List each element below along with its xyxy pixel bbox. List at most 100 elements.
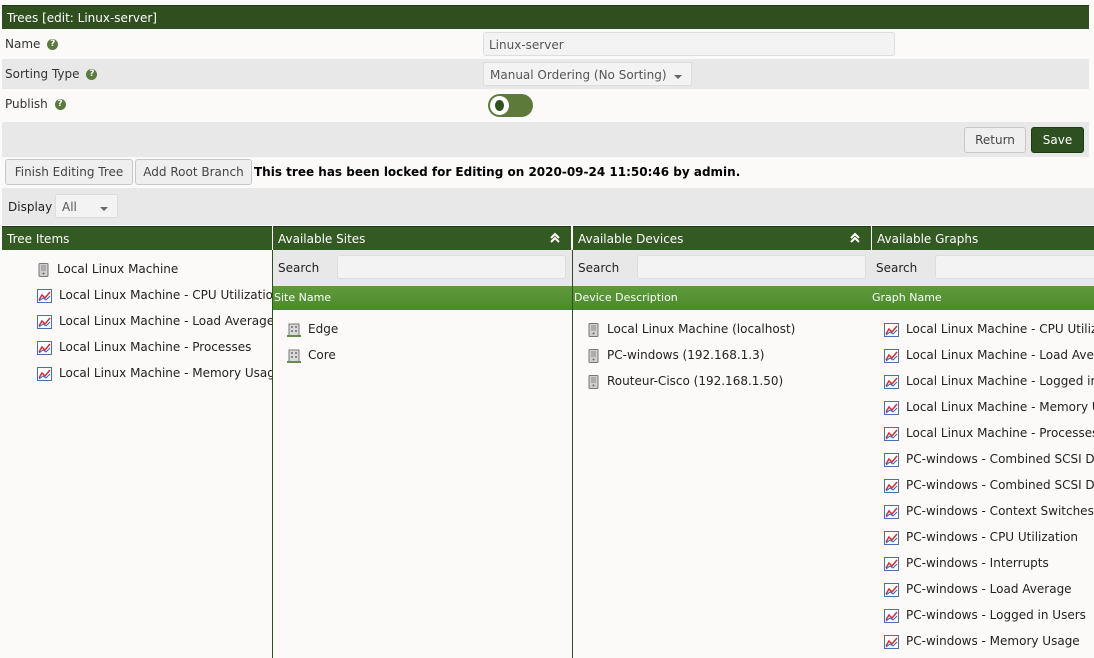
device-item[interactable]: Routeur-Cisco (192.168.1.50) xyxy=(587,372,783,390)
graph-icon xyxy=(884,556,906,571)
device-item-label: Local Linux Machine (localhost) xyxy=(607,322,796,336)
tree-item[interactable]: Local Linux Machine - Load Average xyxy=(37,312,274,330)
graph-icon xyxy=(884,322,906,337)
help-icon[interactable]: ? xyxy=(47,39,59,50)
device-item[interactable]: PC-windows (192.168.1.3) xyxy=(587,346,764,364)
graph-item-label: PC-windows - Load Average xyxy=(906,582,1072,596)
search-label: Search xyxy=(278,261,320,275)
graphs-search-input[interactable] xyxy=(935,255,1094,279)
tree-item-label: Local Linux Machine - Processes xyxy=(59,340,252,354)
server-icon xyxy=(587,374,607,389)
devices-search-input[interactable] xyxy=(637,255,866,279)
available-devices-title: Available Devices xyxy=(578,232,684,246)
graph-item[interactable]: PC-windows - Logged in Users xyxy=(884,606,1086,624)
tree-item-label: Local Linux Machine - Memory Usage xyxy=(59,366,283,380)
graph-icon xyxy=(884,426,906,441)
graph-item-label: Local Linux Machine - Memory Usa xyxy=(906,400,1094,414)
server-icon xyxy=(587,322,607,337)
collapse-icon[interactable] xyxy=(549,232,561,244)
building-icon xyxy=(287,322,308,337)
graph-icon xyxy=(37,366,59,381)
lock-message: This tree has been locked for Editing on… xyxy=(254,165,741,179)
help-icon[interactable]: ? xyxy=(54,99,66,110)
graph-icon xyxy=(884,608,906,623)
graph-item[interactable]: Local Linux Machine - Load Averag xyxy=(884,346,1094,364)
graph-item[interactable]: PC-windows - CPU Utilization xyxy=(884,528,1078,546)
return-button[interactable]: Return xyxy=(964,127,1026,153)
graph-item-label: PC-windows - Interrupts xyxy=(906,556,1049,570)
tree-item[interactable]: Local Linux Machine - CPU Utilization xyxy=(37,286,281,304)
graph-icon xyxy=(884,478,906,493)
tree-items-title: Tree Items xyxy=(7,232,70,246)
graph-item[interactable]: Local Linux Machine - Memory Usa xyxy=(884,398,1094,416)
available-sites-panel: Search Site Name Edge Core xyxy=(272,250,572,658)
display-row: Display xyxy=(2,188,1094,225)
sorting-type-select[interactable]: Manual Ordering (No Sorting) xyxy=(483,62,692,86)
collapse-icon[interactable] xyxy=(849,232,861,244)
graph-icon xyxy=(884,634,906,649)
building-icon xyxy=(287,348,308,363)
graph-item[interactable]: Local Linux Machine - Processes xyxy=(884,424,1094,442)
graph-name-column-header[interactable]: Graph Name xyxy=(871,286,1094,310)
save-button[interactable]: Save xyxy=(1031,127,1084,153)
device-description-column-header[interactable]: Device Description xyxy=(573,286,871,310)
site-item-label: Core xyxy=(308,348,336,362)
chevron-down-icon xyxy=(100,207,108,211)
tree-item[interactable]: Local Linux Machine - Processes xyxy=(37,338,251,356)
tree-item[interactable]: Local Linux Machine xyxy=(37,260,178,278)
graph-item-label: PC-windows - Combined SCSI Dis xyxy=(906,452,1094,466)
help-icon[interactable]: ? xyxy=(86,69,98,80)
sorting-type-value: Manual Ordering (No Sorting) xyxy=(490,68,667,82)
graph-item[interactable]: Local Linux Machine - Logged in U xyxy=(884,372,1094,390)
available-graphs-panel: Search Graph Name Local Linux Machine - … xyxy=(871,250,1094,658)
tree-item-label: Local Linux Machine xyxy=(57,262,179,276)
chevron-down-icon xyxy=(674,75,682,79)
available-graphs-header: Available Graphs xyxy=(872,226,1094,250)
device-item-label: Routeur-Cisco (192.168.1.50) xyxy=(607,374,784,388)
graph-item-label: PC-windows - Memory Usage xyxy=(906,634,1080,648)
device-item-label: PC-windows (192.168.1.3) xyxy=(607,348,765,362)
graph-item[interactable]: Local Linux Machine - CPU Utilizati xyxy=(884,320,1094,338)
graph-item-label: Local Linux Machine - Logged in U xyxy=(906,374,1094,388)
finish-editing-tree-button[interactable]: Finish Editing Tree xyxy=(5,159,133,185)
display-select[interactable]: All xyxy=(55,194,118,218)
server-icon xyxy=(587,348,607,363)
graph-item[interactable]: PC-windows - Combined SCSI Dis xyxy=(884,476,1094,494)
tree-item[interactable]: Local Linux Machine - Memory Usage xyxy=(37,364,282,382)
name-input[interactable]: Linux-server xyxy=(483,32,895,56)
site-item-label: Edge xyxy=(308,322,339,336)
toggle-knob xyxy=(490,96,509,115)
graph-item[interactable]: PC-windows - Memory Usage xyxy=(884,632,1080,650)
available-graphs-title: Available Graphs xyxy=(877,232,979,246)
site-name-column-header[interactable]: Site Name xyxy=(273,286,572,310)
display-label: Display xyxy=(8,200,53,214)
search-label: Search xyxy=(578,261,620,275)
graph-icon xyxy=(884,374,906,389)
name-label: Name xyxy=(5,37,41,51)
available-devices-header: Available Devices xyxy=(573,226,871,250)
available-devices-panel: Search Device Description Local Linux Ma… xyxy=(572,250,872,658)
available-sites-title: Available Sites xyxy=(278,232,366,246)
display-value: All xyxy=(62,200,77,214)
tree-item-label: Local Linux Machine - Load Average xyxy=(59,314,275,328)
graph-item-label: Local Linux Machine - Load Averag xyxy=(906,348,1094,362)
search-label: Search xyxy=(876,261,918,275)
device-item[interactable]: Local Linux Machine (localhost) xyxy=(587,320,795,338)
publish-toggle[interactable] xyxy=(488,94,533,117)
graph-item-label: Local Linux Machine - CPU Utilizati xyxy=(906,322,1094,336)
graph-icon xyxy=(884,530,906,545)
sites-search-input[interactable] xyxy=(337,255,566,279)
site-item[interactable]: Edge xyxy=(287,320,338,338)
graph-item[interactable]: PC-windows - Load Average xyxy=(884,580,1072,598)
graph-item[interactable]: PC-windows - Interrupts xyxy=(884,554,1049,572)
server-icon xyxy=(37,262,57,277)
graph-item-label: Local Linux Machine - Processes xyxy=(906,426,1094,440)
site-item[interactable]: Core xyxy=(287,346,336,364)
graph-icon xyxy=(884,348,906,363)
graph-icon xyxy=(884,400,906,415)
add-root-branch-button[interactable]: Add Root Branch xyxy=(135,159,252,185)
graph-item[interactable]: PC-windows - Context Switches xyxy=(884,502,1094,520)
graph-item[interactable]: PC-windows - Combined SCSI Dis xyxy=(884,450,1094,468)
publish-label: Publish xyxy=(5,97,48,111)
graph-icon xyxy=(884,582,906,597)
